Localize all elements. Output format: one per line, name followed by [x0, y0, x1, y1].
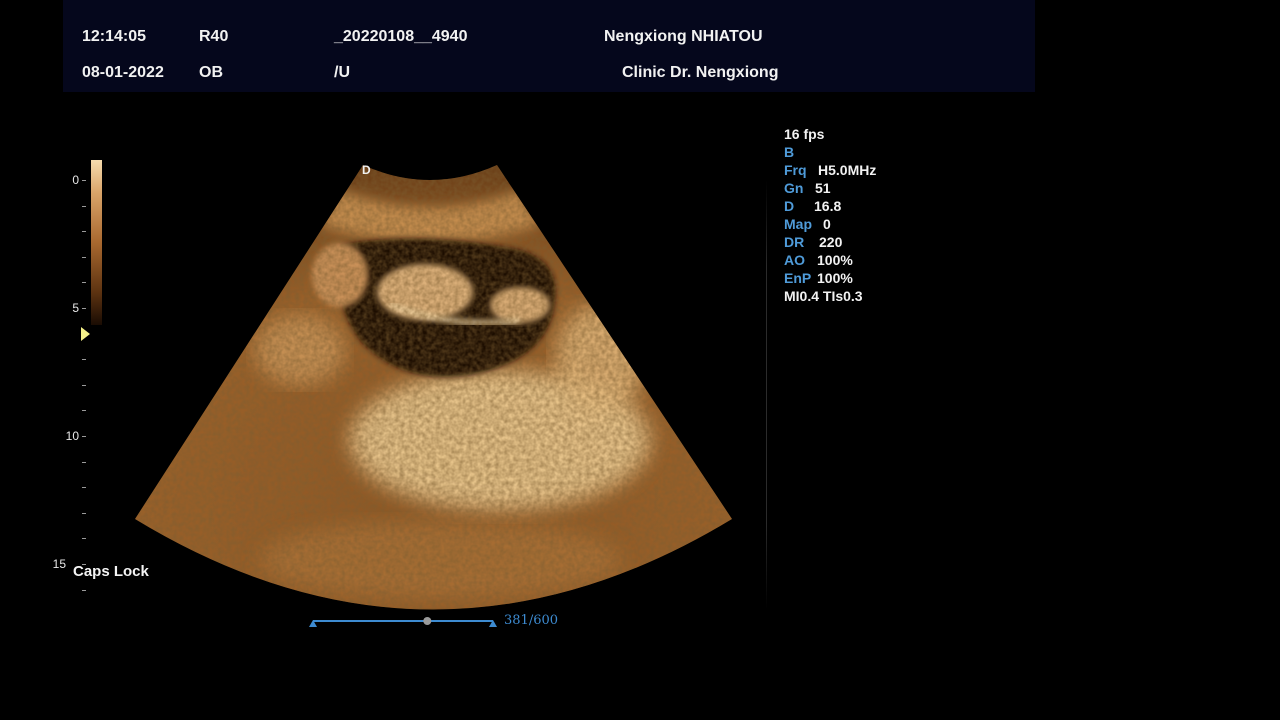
cine-position-knob [423, 617, 432, 625]
param-key-d: D [784, 198, 795, 214]
param-value-gn: 51 [815, 180, 831, 196]
fps-value: 16 fps [784, 126, 825, 142]
mi-ti-indices: MI0.4 TIs0.3 [784, 288, 863, 304]
param-value-map: 0 [823, 216, 831, 232]
param-value-frq: H5.0MHz [818, 162, 877, 178]
param-key-dr: DR [784, 234, 805, 250]
caps-lock-indicator: Caps Lock [73, 563, 149, 580]
sector-scan [135, 165, 732, 610]
param-value-enp: 100% [817, 270, 853, 286]
param-key-enp: EnP [784, 270, 812, 286]
parameter-panel: 16 fps B Frq H5.0MHz Gn 51 D 16.8 Map 0 DR 22… [784, 125, 876, 305]
param-key-map: Map [784, 216, 812, 232]
param-value-ao: 100% [817, 252, 853, 268]
mode-value: B [784, 144, 795, 160]
cine-slider[interactable] [305, 612, 505, 632]
ultrasound-image[interactable]: D [0, 0, 1280, 720]
param-key-frq: Frq [784, 162, 807, 178]
param-value-dr: 220 [819, 234, 843, 250]
panel-divider [766, 180, 767, 610]
param-key-gn: Gn [784, 180, 804, 196]
param-value-d: 16.8 [814, 198, 842, 214]
param-key-ao: AO [784, 252, 805, 268]
cine-frame-counter: 381/600 [504, 613, 559, 628]
orientation-marker: D [362, 163, 371, 177]
